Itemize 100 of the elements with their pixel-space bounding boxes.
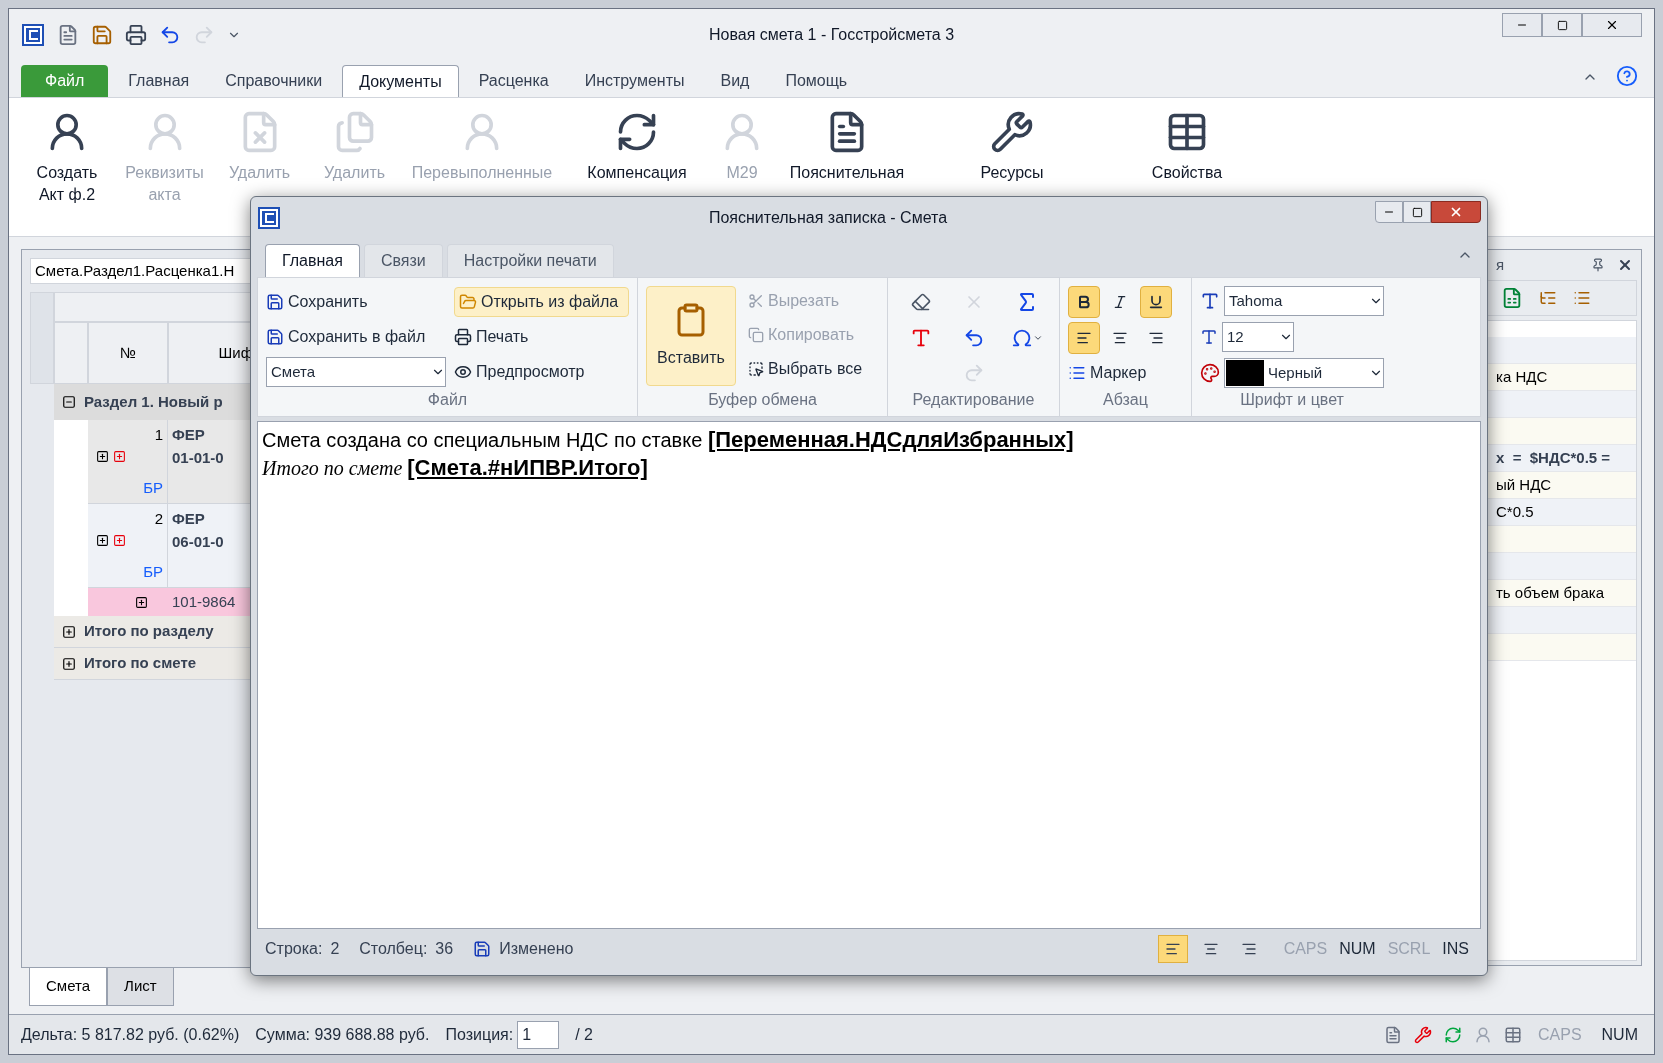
redo-icon bbox=[193, 24, 215, 46]
row-value: 2 bbox=[330, 939, 340, 959]
ribbon-button[interactable]: Свойства bbox=[1102, 98, 1272, 236]
status-indicator: CAPS bbox=[1282, 939, 1329, 959]
column-value: 36 bbox=[435, 939, 454, 959]
open-from-file-button[interactable]: Открыть из файла bbox=[454, 286, 629, 317]
close-icon bbox=[1617, 257, 1633, 273]
document-icon bbox=[1384, 1025, 1402, 1044]
item-code: 06-01-0 bbox=[172, 531, 225, 552]
ribbon-tab[interactable]: Справочники bbox=[209, 65, 339, 97]
sum-status: Сумма: 939 688.88 руб. bbox=[255, 1024, 430, 1045]
status-indicator: SCRL bbox=[1386, 939, 1432, 959]
status-indicator: NUM bbox=[1600, 1024, 1639, 1045]
section-title: Раздел 1. Новый р bbox=[84, 391, 223, 412]
ribbon-tab[interactable]: Инструменты bbox=[568, 65, 701, 97]
item-code: ФЕР bbox=[172, 425, 206, 445]
bullets-button[interactable]: Маркер bbox=[1068, 358, 1183, 388]
ribbon-tab[interactable]: Вид bbox=[704, 65, 766, 97]
paste-button[interactable]: Вставить bbox=[646, 286, 736, 386]
preview-button[interactable]: Предпросмотр bbox=[454, 357, 629, 388]
font-size-icon bbox=[1200, 328, 1218, 346]
folder-icon bbox=[459, 292, 477, 311]
save-icon bbox=[266, 292, 284, 311]
pin-icon bbox=[1591, 258, 1605, 272]
item-tag: БР bbox=[143, 476, 163, 499]
ribbon-tab[interactable]: Главная bbox=[112, 65, 206, 97]
ribbon-button[interactable]: Создать Акт ф.2 bbox=[17, 98, 117, 236]
document-select[interactable]: Смета bbox=[266, 357, 446, 388]
file-tab[interactable]: Файл bbox=[21, 65, 109, 97]
maximize-button[interactable] bbox=[1403, 201, 1431, 223]
align-button[interactable] bbox=[1068, 322, 1100, 354]
print-button[interactable]: Печать bbox=[454, 322, 629, 352]
item-number: 2 bbox=[154, 509, 163, 529]
scissors-icon bbox=[748, 293, 764, 309]
property-text: ка НДС bbox=[1496, 366, 1548, 387]
save-button[interactable]: Сохранить bbox=[266, 286, 446, 317]
group-label: Абзац bbox=[1102, 390, 1149, 410]
align-button[interactable] bbox=[1157, 935, 1188, 963]
printer-icon bbox=[125, 24, 147, 46]
align-left-icon bbox=[1164, 941, 1181, 957]
tree-list-icon bbox=[1539, 289, 1557, 307]
item-code: ФЕР bbox=[172, 509, 206, 529]
field-reference: [Переменная.НДСдляИзбранных] bbox=[707, 426, 1074, 454]
item-tag: БР bbox=[143, 560, 163, 583]
position-label: Позиция: bbox=[445, 1024, 514, 1045]
align-right-icon bbox=[1240, 941, 1257, 957]
color-select[interactable]: Черный bbox=[1224, 358, 1384, 388]
maximize-icon bbox=[1411, 206, 1423, 218]
select-all-icon bbox=[748, 361, 764, 377]
ribbon-tab[interactable]: Настройки печати bbox=[446, 244, 614, 277]
ribbon-tab[interactable]: Документы bbox=[342, 65, 459, 97]
ribbon-tab[interactable]: Связи bbox=[363, 244, 443, 277]
maximize-icon bbox=[1556, 19, 1568, 31]
expand-icon bbox=[113, 450, 126, 463]
save-icon bbox=[473, 940, 492, 958]
column-header[interactable]: № bbox=[88, 322, 168, 384]
align-center-icon bbox=[1112, 330, 1128, 346]
position-field[interactable]: 1 bbox=[517, 1020, 560, 1049]
position-total: / 2 bbox=[575, 1024, 593, 1045]
ribbon-tab[interactable]: Расценка bbox=[462, 65, 565, 97]
save-icon bbox=[266, 328, 284, 346]
delta-status: Дельта: 5 817.82 руб. (0.62%) bbox=[21, 1024, 240, 1045]
field-reference: [Смета.#нИПВР.Итого] bbox=[407, 454, 648, 482]
document-text: Смета создана со специальным НДС по ставке bbox=[262, 428, 704, 453]
item-number: 1 bbox=[154, 425, 163, 445]
sheet-tab[interactable]: Лист bbox=[107, 968, 174, 1006]
panel-title: я bbox=[1496, 254, 1505, 275]
person-icon bbox=[1474, 1025, 1492, 1044]
save-to-file-button[interactable]: Сохранить в файл bbox=[266, 322, 446, 352]
list-icon bbox=[1573, 289, 1591, 307]
underline-button[interactable] bbox=[1140, 286, 1172, 318]
sheet-icon bbox=[1504, 1025, 1522, 1044]
expand-icon bbox=[113, 534, 126, 547]
ribbon-tab[interactable]: Главная bbox=[265, 244, 360, 277]
close-button[interactable] bbox=[1431, 201, 1481, 223]
refresh-icon bbox=[1444, 1025, 1462, 1044]
modified-status: Изменено bbox=[499, 939, 574, 959]
row-label: Строка: bbox=[265, 939, 323, 959]
undo-icon bbox=[159, 24, 181, 46]
document-text: Итого по смете bbox=[262, 456, 404, 481]
group-label: Редактирование bbox=[911, 390, 1036, 410]
align-center-icon bbox=[1202, 941, 1219, 957]
tools-icon bbox=[1414, 1025, 1432, 1044]
dialog-title: Пояснительная записка - Смета bbox=[707, 208, 949, 228]
maximize-button[interactable] bbox=[1542, 13, 1582, 37]
bold-button[interactable] bbox=[1068, 286, 1100, 318]
font-select[interactable]: Tahoma bbox=[1224, 286, 1384, 316]
clipboard-action-button[interactable]: Выбрать все bbox=[748, 354, 863, 384]
document-editor[interactable]: Смета создана со специальным НДС по ставке [Переменная.НДСдляИзбранных] Итого по смете [Смета.#нИПВР.Итого] bbox=[257, 421, 1481, 929]
status-indicator: NUM bbox=[1338, 939, 1377, 959]
column-label: Столбец: bbox=[359, 939, 428, 959]
font-size-select[interactable]: 12 bbox=[1222, 322, 1294, 352]
dropdown-icon bbox=[1032, 333, 1043, 343]
sheet-tab[interactable]: Смета bbox=[29, 968, 108, 1006]
close-icon bbox=[1449, 205, 1463, 219]
property-text: ть объем брака bbox=[1496, 582, 1604, 603]
new-document-icon bbox=[57, 24, 79, 46]
expand-icon bbox=[96, 534, 109, 547]
app-logo-icon bbox=[21, 23, 45, 47]
ribbon-tab[interactable]: Помощь bbox=[769, 65, 864, 97]
